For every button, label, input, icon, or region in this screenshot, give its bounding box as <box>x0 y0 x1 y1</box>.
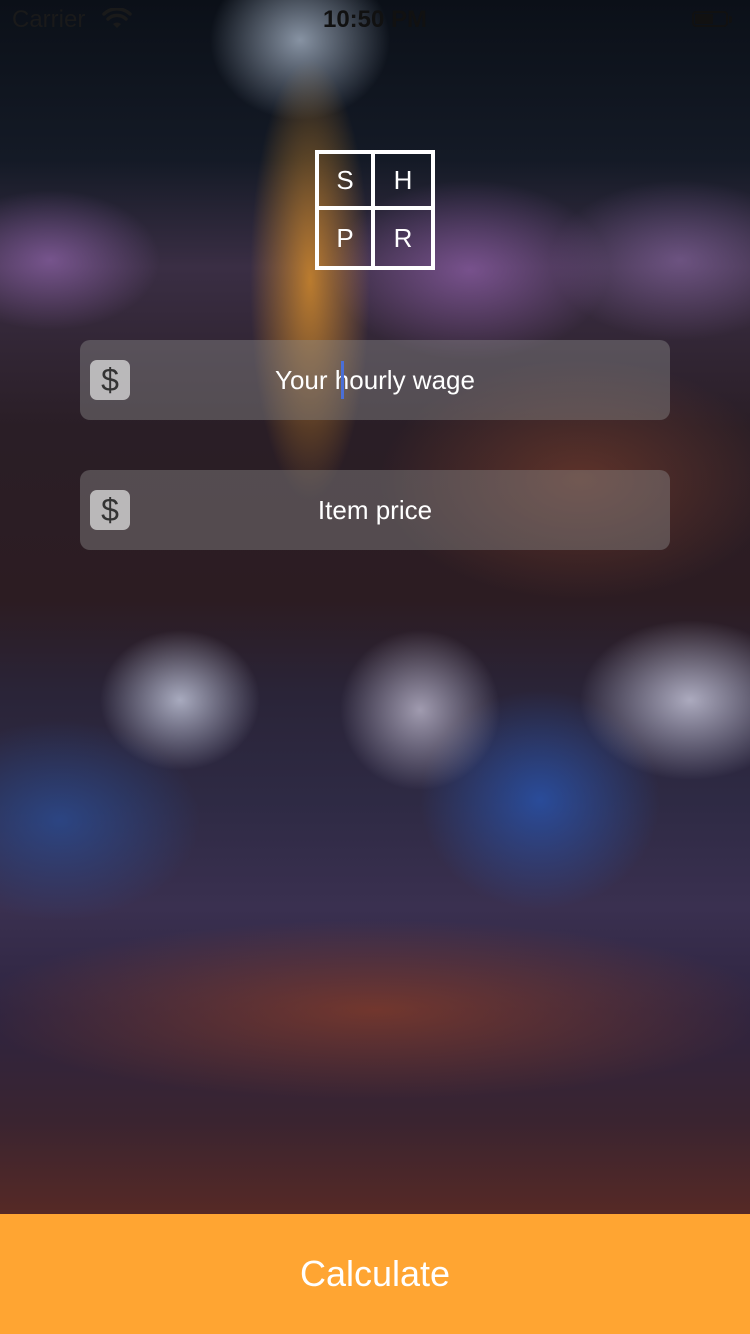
hourly-wage-field[interactable]: $ <box>80 340 670 420</box>
text-caret <box>341 361 344 399</box>
status-bar: Carrier 10:50 PM <box>0 0 750 40</box>
item-price-field[interactable]: $ <box>80 470 670 550</box>
battery-icon <box>692 11 734 29</box>
app-logo: S H P R <box>315 150 435 270</box>
logo-letter-s: S <box>319 154 375 210</box>
calculate-button[interactable]: Calculate <box>0 1214 750 1334</box>
dollar-icon: $ <box>90 490 130 530</box>
status-time: 10:50 PM <box>322 6 428 33</box>
logo-letter-h: H <box>375 154 431 210</box>
logo-letter-r: R <box>393 222 413 253</box>
hourly-wage-input[interactable] <box>140 340 670 420</box>
item-price-input[interactable] <box>140 470 670 550</box>
logo-letter-p: P <box>319 210 375 266</box>
dollar-icon: $ <box>90 360 130 400</box>
